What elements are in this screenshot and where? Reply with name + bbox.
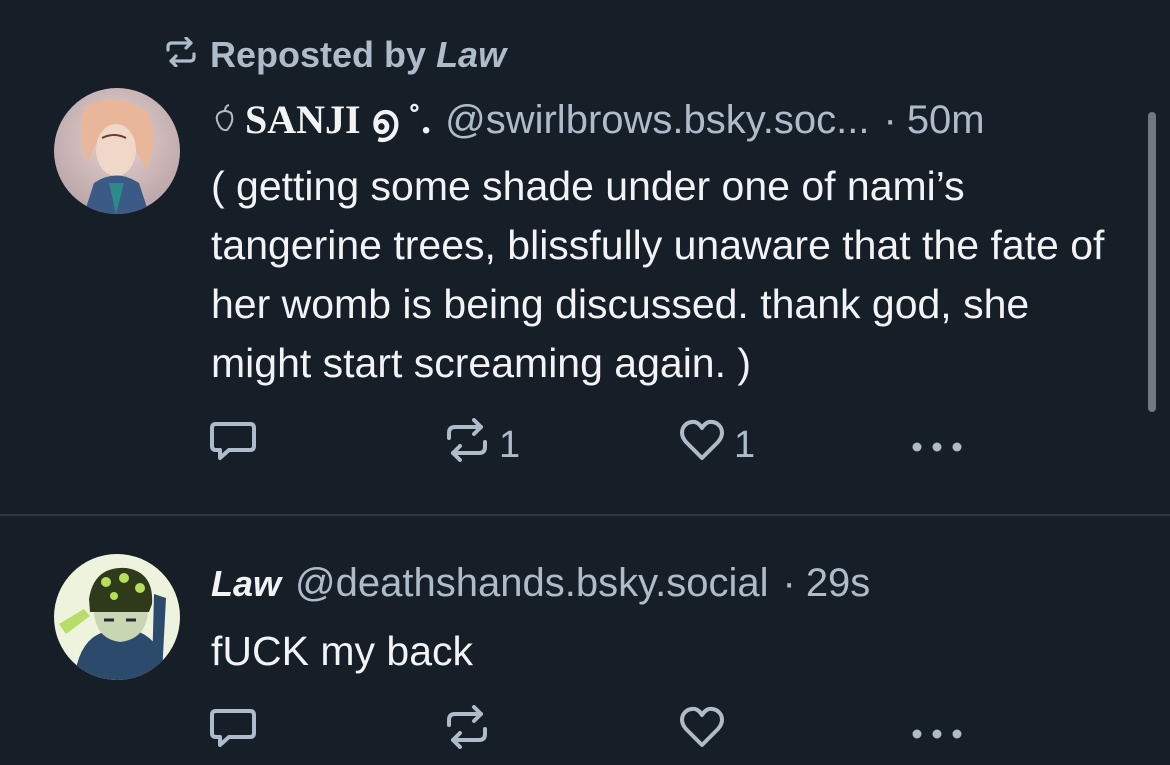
- display-name[interactable]: Law: [211, 563, 281, 605]
- feed-screen: Reposted by Law SANJI ൭ ˚. @swirlbrows.b…: [0, 0, 1170, 765]
- reply-icon: [207, 703, 259, 761]
- post-header: SANJI ൭ ˚. @swirlbrows.bsky.soc... · 50m: [211, 96, 985, 146]
- reposted-by-line[interactable]: Reposted by Law: [164, 32, 506, 78]
- post-text: ( getting some shade under one of nami’s…: [211, 163, 1105, 386]
- like-count: 1: [734, 423, 756, 466]
- avatar-law[interactable]: [54, 554, 180, 680]
- heart-icon: [678, 705, 726, 759]
- repost-button[interactable]: [443, 705, 499, 759]
- bell-pepper-icon: [211, 98, 241, 143]
- handle[interactable]: @deathshands.bsky.social: [295, 561, 768, 606]
- more-options-button[interactable]: [909, 707, 965, 757]
- more-options-button[interactable]: [909, 420, 965, 470]
- timestamp[interactable]: 50m: [907, 98, 985, 143]
- handle[interactable]: @swirlbrows.bsky.soc...: [445, 98, 869, 143]
- like-button[interactable]: [678, 705, 734, 759]
- post-actions: [207, 705, 987, 759]
- reposted-by-label: Reposted by: [210, 34, 427, 75]
- reposted-by-name[interactable]: Law: [436, 34, 506, 75]
- post-divider: [0, 514, 1170, 516]
- reply-button[interactable]: [207, 420, 259, 470]
- more-icon: [909, 711, 965, 754]
- more-icon: [909, 424, 965, 467]
- timestamp[interactable]: 29s: [806, 561, 871, 606]
- repost-icon: [164, 34, 198, 76]
- display-name[interactable]: SANJI ൭ ˚.: [245, 96, 431, 143]
- reply-button[interactable]: [207, 707, 259, 757]
- like-button[interactable]: 1: [678, 418, 756, 472]
- reply-icon: [207, 416, 259, 474]
- separator: ·: [883, 98, 897, 142]
- avatar-sanji[interactable]: [54, 88, 180, 214]
- repost-icon: [443, 705, 491, 759]
- repost-icon: [443, 418, 491, 472]
- post-header: Law @deathshands.bsky.social · 29s: [211, 561, 870, 611]
- heart-icon: [678, 418, 726, 472]
- separator: ·: [782, 561, 796, 605]
- repost-count: 1: [499, 423, 521, 466]
- repost-button[interactable]: 1: [443, 418, 521, 472]
- post-actions: 1 1: [207, 418, 987, 472]
- post-text: fUCK my back: [211, 628, 473, 674]
- scrollbar[interactable]: [1148, 112, 1156, 412]
